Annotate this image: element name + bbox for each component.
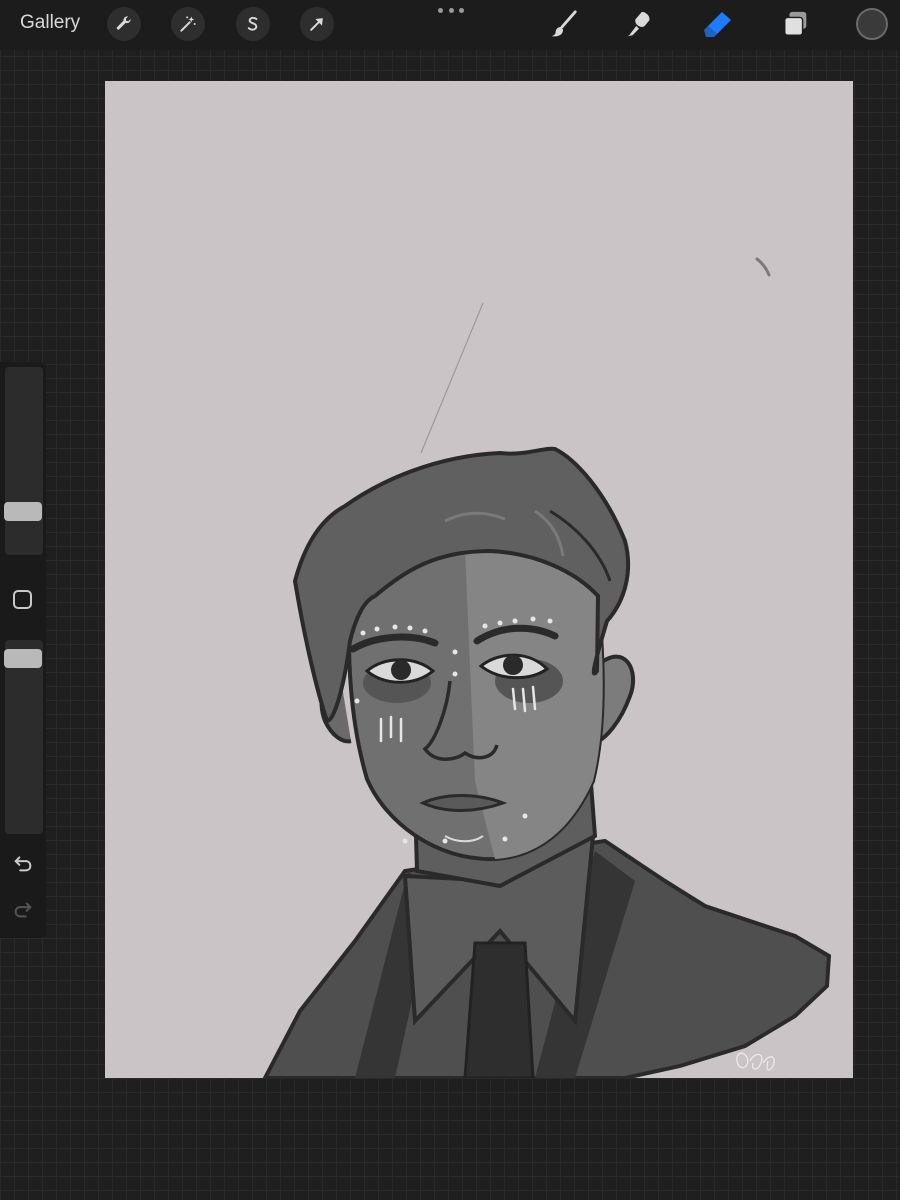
redo-icon[interactable] [12,898,34,920]
dot [438,7,443,13]
opacity-slider[interactable] [5,640,43,834]
adjustments-button[interactable] [171,7,205,41]
transform-button[interactable] [300,7,334,41]
brush-icon [551,10,577,37]
artist-signature [736,1052,775,1071]
dot [448,7,454,13]
arrow-cursor-icon [310,18,323,31]
selection-button[interactable] [236,7,270,41]
selection-s-icon [247,16,258,31]
wrench-icon [116,16,131,30]
eraser-tool-button[interactable] [702,8,734,40]
smudge-icon [627,11,650,37]
layers-button[interactable] [780,8,812,40]
layers-icon [784,11,807,36]
drawing-canvas[interactable] [105,81,853,1078]
opacity-thumb[interactable] [4,648,42,668]
modify-square-icon[interactable] [13,590,32,609]
left-sidebar [0,362,46,938]
eraser-icon [704,12,731,37]
brush-size-slider[interactable] [5,367,43,555]
actions-button[interactable] [107,7,141,41]
smudge-tool-button[interactable] [624,8,656,40]
more-dots-icon[interactable] [438,4,464,16]
brush-size-thumb[interactable] [4,502,42,522]
magic-wand-icon [180,16,196,32]
portrait-artwork [262,257,832,1078]
gallery-button[interactable]: Gallery [20,12,80,34]
dot [459,7,464,13]
color-swatch-icon[interactable] [856,8,888,40]
undo-icon[interactable] [12,852,34,874]
brush-tool-button[interactable] [548,8,580,40]
top-toolbar: Gallery [0,0,900,50]
